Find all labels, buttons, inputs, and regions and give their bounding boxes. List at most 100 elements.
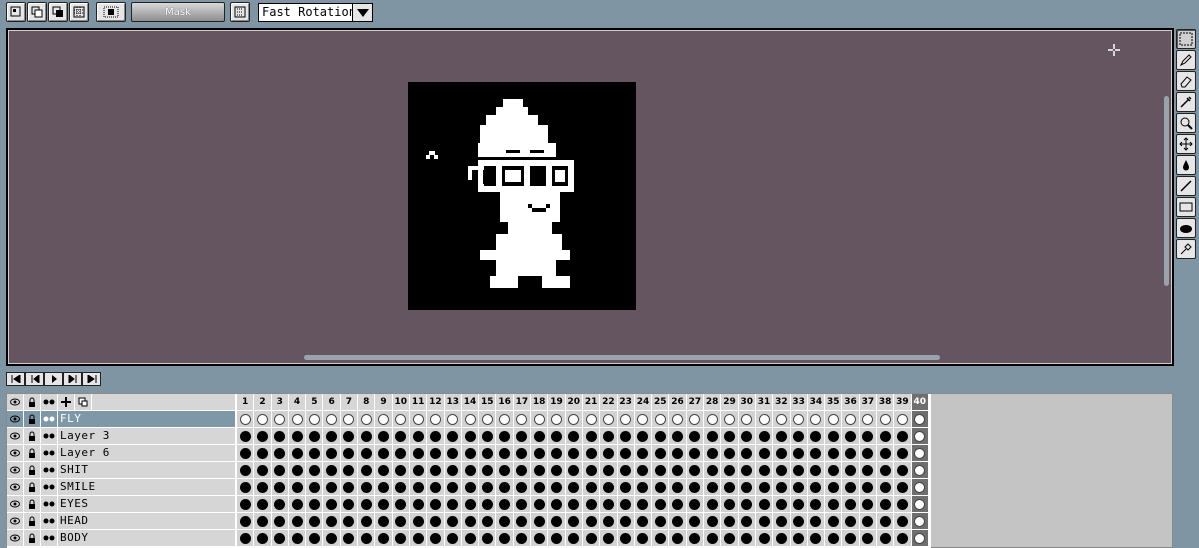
keyframe-cell[interactable] <box>496 462 514 479</box>
keyframe-cell[interactable] <box>409 513 428 530</box>
frame-number[interactable]: 8 <box>358 394 376 410</box>
keyframe-cell[interactable] <box>634 462 653 479</box>
keyframe-cell[interactable] <box>600 479 618 496</box>
frame-number[interactable]: 16 <box>496 394 514 410</box>
frame-number[interactable]: 28 <box>704 394 722 410</box>
keyframe-cell[interactable] <box>600 428 618 445</box>
eye-icon[interactable] <box>7 445 24 461</box>
keyframe-cell[interactable] <box>755 445 774 462</box>
marquee-select-icon[interactable] <box>1176 29 1196 49</box>
keyframe-cell[interactable] <box>617 530 635 547</box>
keyframe-cell[interactable] <box>894 513 912 530</box>
keyframe-cell[interactable] <box>271 445 289 462</box>
eye-icon[interactable] <box>7 479 24 495</box>
keyframe-cell[interactable] <box>323 496 341 513</box>
onion-skin-icon[interactable] <box>41 462 58 478</box>
frame-number[interactable]: 9 <box>375 394 393 410</box>
keyframe-cell[interactable] <box>669 479 687 496</box>
eye-icon[interactable] <box>7 411 24 427</box>
keyframe-cell[interactable] <box>531 462 549 479</box>
keyframe-cell[interactable] <box>634 445 653 462</box>
keyframe-cell[interactable] <box>392 530 410 547</box>
first-frame-icon[interactable] <box>6 372 25 386</box>
keyframe-cell[interactable] <box>634 411 653 428</box>
lock-icon[interactable] <box>24 462 41 478</box>
vertical-scrollbar[interactable] <box>1164 96 1169 286</box>
frame-number[interactable]: 10 <box>392 394 410 410</box>
keyframe-cell[interactable] <box>237 462 255 479</box>
keyframe-cell[interactable] <box>790 445 808 462</box>
layer-row[interactable]: HEAD <box>7 513 931 530</box>
keyframe-cell[interactable] <box>911 479 929 496</box>
keyframe-cell[interactable] <box>842 428 860 445</box>
frame-number[interactable]: 37 <box>859 394 877 410</box>
keyframe-cell[interactable] <box>461 411 480 428</box>
keyframe-cell[interactable] <box>444 445 462 462</box>
keyframe-cell[interactable] <box>548 428 566 445</box>
keyframe-cell[interactable] <box>513 428 532 445</box>
keyframe-cell[interactable] <box>721 496 739 513</box>
frame-number[interactable]: 32 <box>773 394 791 410</box>
keyframe-cell[interactable] <box>634 428 653 445</box>
keyframe-cell[interactable] <box>790 513 808 530</box>
keyframe-cell[interactable] <box>721 513 739 530</box>
frame-number[interactable]: 38 <box>876 394 895 410</box>
onion-skin-icon[interactable] <box>41 394 58 410</box>
link-layers-icon[interactable] <box>58 394 75 410</box>
keyframe-cell[interactable] <box>288 530 307 547</box>
eye-icon[interactable] <box>7 394 24 410</box>
keyframe-cell[interactable] <box>704 428 722 445</box>
keyframe-cell[interactable] <box>859 411 877 428</box>
keyframe-cell[interactable] <box>911 462 929 479</box>
keyframe-cell[interactable] <box>652 445 670 462</box>
keyframe-cell[interactable] <box>842 479 860 496</box>
layer-name[interactable]: BODY <box>58 530 235 546</box>
options-button[interactable] <box>230 2 250 22</box>
keyframe-cell[interactable] <box>392 428 410 445</box>
frame-number[interactable]: 14 <box>461 394 480 410</box>
keyframe-cell[interactable] <box>807 428 826 445</box>
keyframe-cell[interactable] <box>773 513 791 530</box>
keyframe-cell[interactable] <box>825 496 843 513</box>
keyframe-cell[interactable] <box>773 496 791 513</box>
layer-name[interactable]: HEAD <box>58 513 235 529</box>
keyframe-cell[interactable] <box>721 411 739 428</box>
keyframe-cell[interactable] <box>876 411 895 428</box>
frame-number[interactable]: 2 <box>254 394 272 410</box>
keyframe-cell[interactable] <box>704 462 722 479</box>
keyframe-cell[interactable] <box>237 445 255 462</box>
canvas-area[interactable] <box>6 28 1174 366</box>
keyframe-cell[interactable] <box>427 530 445 547</box>
keyframe-cell[interactable] <box>409 428 428 445</box>
keyframe-cell[interactable] <box>582 411 601 428</box>
onion-skin-icon[interactable] <box>41 530 58 546</box>
frame-number[interactable]: 34 <box>807 394 826 410</box>
brush-shape-button[interactable] <box>6 2 26 22</box>
keyframe-cell[interactable] <box>496 411 514 428</box>
keyframe-cell[interactable] <box>565 445 583 462</box>
keyframe-cell[interactable] <box>306 513 324 530</box>
frame-number[interactable]: 17 <box>513 394 532 410</box>
keyframe-cell[interactable] <box>807 479 826 496</box>
keyframe-cell[interactable] <box>271 462 289 479</box>
keyframe-cell[interactable] <box>704 530 722 547</box>
keyframe-cell[interactable] <box>340 513 359 530</box>
keyframe-cell[interactable] <box>755 428 774 445</box>
keyframe-cell[interactable] <box>859 496 877 513</box>
keyframe-cell[interactable] <box>686 411 705 428</box>
keyframe-cell[interactable] <box>271 530 289 547</box>
keyframe-cell[interactable] <box>427 513 445 530</box>
keyframe-cell[interactable] <box>686 445 705 462</box>
keyframe-cell[interactable] <box>392 445 410 462</box>
frame-number[interactable]: 21 <box>582 394 601 410</box>
keyframe-cell[interactable] <box>876 462 895 479</box>
keyframe-cell[interactable] <box>254 411 272 428</box>
keyframe-cell[interactable] <box>288 411 307 428</box>
grid-button[interactable] <box>69 2 89 22</box>
keyframe-cell[interactable] <box>842 530 860 547</box>
lock-icon[interactable] <box>24 479 41 495</box>
lock-icon[interactable] <box>24 530 41 546</box>
keyframe-cell[interactable] <box>513 445 532 462</box>
keyframe-cell[interactable] <box>825 411 843 428</box>
keyframe-cell[interactable] <box>825 428 843 445</box>
